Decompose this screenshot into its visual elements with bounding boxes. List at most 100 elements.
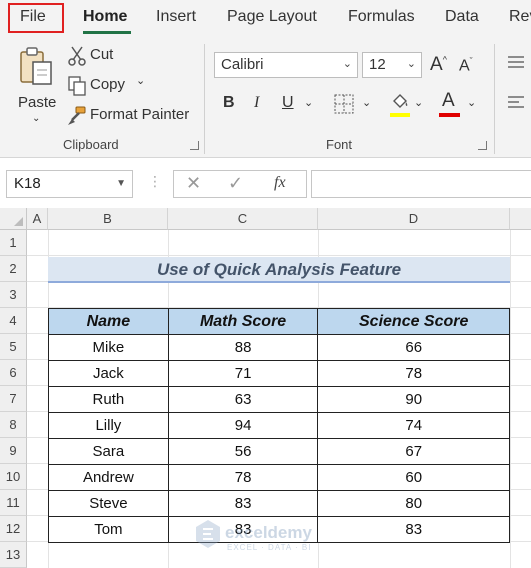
column-header-c[interactable]: C: [168, 208, 318, 230]
tab-home[interactable]: Home: [83, 8, 127, 26]
format-painter-button[interactable]: Format Painter: [66, 104, 190, 128]
row-header[interactable]: 8: [0, 412, 27, 438]
cell-name[interactable]: Steve: [48, 490, 169, 517]
row-header[interactable]: 5: [0, 334, 27, 360]
copy-button[interactable]: Copy ⌄: [66, 74, 152, 98]
cell-math-score[interactable]: 56: [167, 438, 319, 465]
chevron-down-icon[interactable]: ⌄: [362, 96, 371, 109]
header-science-score[interactable]: Science Score: [317, 308, 510, 335]
font-family-select[interactable]: Calibri ⌄: [214, 52, 358, 78]
paste-icon: [20, 47, 52, 85]
borders-icon[interactable]: [334, 94, 354, 114]
confirm-icon[interactable]: ✓: [228, 173, 243, 194]
underline-button[interactable]: U: [282, 94, 294, 112]
tab-page-layout[interactable]: Page Layout: [227, 8, 317, 26]
chevron-down-icon[interactable]: ⌄: [304, 96, 313, 109]
align-top-icon[interactable]: [506, 54, 526, 74]
cell-science-score[interactable]: 90: [317, 386, 510, 413]
clipboard-launcher-icon[interactable]: [190, 141, 199, 150]
tab-review[interactable]: Rev: [509, 8, 531, 26]
font-color-button[interactable]: A ⌄: [437, 86, 477, 117]
cell-name[interactable]: Sara: [48, 438, 169, 465]
row-header[interactable]: 6: [0, 360, 27, 386]
cell-math-score[interactable]: 94: [167, 412, 319, 439]
table-row: Mike 88 66: [48, 334, 510, 361]
exceldemy-logo-icon: [196, 520, 220, 548]
cell-science-score[interactable]: 74: [317, 412, 510, 439]
header-math-score[interactable]: Math Score: [167, 308, 319, 335]
row-header[interactable]: 13: [0, 542, 27, 568]
select-all-corner[interactable]: [0, 208, 27, 230]
align-left-icon[interactable]: [506, 94, 526, 114]
formula-bar: K18 ▼ ⋮ ✕ ✓ fx: [0, 158, 531, 208]
font-launcher-icon[interactable]: [478, 141, 487, 150]
cell-math-score[interactable]: 83: [167, 490, 319, 517]
format-painter-label: Format Painter: [90, 106, 190, 123]
cell-name[interactable]: Tom: [48, 516, 169, 543]
row-header[interactable]: 12: [0, 516, 27, 542]
column-header-e[interactable]: [510, 208, 531, 230]
cell-math-score[interactable]: 71: [167, 360, 319, 387]
row-header[interactable]: 10: [0, 464, 27, 490]
cell-math-score[interactable]: 88: [167, 334, 319, 361]
chevron-down-icon: ⌄: [414, 97, 424, 109]
table-row: Jack 71 78: [48, 360, 510, 387]
tab-formulas[interactable]: Formulas: [348, 8, 415, 26]
watermark-name: exceldemy: [225, 523, 312, 542]
header-name[interactable]: Name: [48, 308, 169, 335]
table-row: Ruth 63 90: [48, 386, 510, 413]
highlight-color-bar: [390, 113, 410, 117]
increase-font-size-icon[interactable]: A^: [430, 54, 447, 76]
row-header[interactable]: 2: [0, 256, 27, 282]
bold-button[interactable]: B: [223, 94, 235, 112]
column-header-d[interactable]: D: [318, 208, 510, 230]
cell-science-score[interactable]: 66: [317, 334, 510, 361]
cell-science-score[interactable]: 80: [317, 490, 510, 517]
column-header-a[interactable]: A: [27, 208, 48, 230]
chevron-down-icon: ⌄: [342, 58, 352, 70]
cell-name[interactable]: Lilly: [48, 412, 169, 439]
copy-icon: [68, 76, 86, 96]
row-header[interactable]: 7: [0, 386, 27, 412]
row-header[interactable]: 3: [0, 282, 27, 308]
row-header[interactable]: 9: [0, 438, 27, 464]
cell-science-score[interactable]: 83: [317, 516, 510, 543]
paint-bucket-icon: [393, 94, 408, 108]
clipboard-group-label: Clipboard: [63, 137, 119, 152]
tab-file[interactable]: File: [20, 8, 46, 26]
cell-name[interactable]: Andrew: [48, 464, 169, 491]
sheet-title-cell[interactable]: Use of Quick Analysis Feature: [48, 257, 510, 283]
font-size-select[interactable]: 12 ⌄: [362, 52, 422, 78]
highlight-color-button[interactable]: ⌄: [388, 86, 424, 117]
decrease-font-size-icon[interactable]: Aˇ: [459, 56, 473, 75]
tab-data[interactable]: Data: [445, 8, 479, 26]
cell-name[interactable]: Mike: [48, 334, 169, 361]
cell-name[interactable]: Ruth: [48, 386, 169, 413]
paintbrush-icon: [68, 106, 86, 125]
italic-button[interactable]: I: [254, 94, 259, 112]
font-color-icon: A: [442, 90, 455, 111]
cut-button[interactable]: Cut: [66, 44, 126, 68]
cell-science-score[interactable]: 78: [317, 360, 510, 387]
column-header-b[interactable]: B: [48, 208, 168, 230]
cell-science-score[interactable]: 60: [317, 464, 510, 491]
row-header[interactable]: 4: [0, 308, 27, 334]
insert-function-icon[interactable]: fx: [274, 174, 286, 192]
tab-insert[interactable]: Insert: [156, 8, 196, 26]
formula-input[interactable]: [311, 170, 531, 198]
cell-science-score[interactable]: 67: [317, 438, 510, 465]
row-header[interactable]: 1: [0, 230, 27, 256]
cell-math-score[interactable]: 78: [167, 464, 319, 491]
table-row: Lilly 94 74: [48, 412, 510, 439]
cancel-icon[interactable]: ✕: [186, 173, 201, 194]
cell-name[interactable]: Jack: [48, 360, 169, 387]
chevron-down-icon: ⌄: [32, 113, 41, 124]
cell-math-score[interactable]: 63: [167, 386, 319, 413]
excel-window: File Home Insert Page Layout Formulas Da…: [0, 0, 531, 568]
resize-handle[interactable]: ⋮: [148, 173, 162, 190]
name-box[interactable]: K18 ▼: [6, 170, 133, 198]
paste-button[interactable]: Paste ⌄: [12, 44, 60, 128]
ribbon-tabs: File Home Insert Page Layout Formulas Da…: [0, 0, 531, 36]
table-row: Sara 56 67: [48, 438, 510, 465]
row-header[interactable]: 11: [0, 490, 27, 516]
